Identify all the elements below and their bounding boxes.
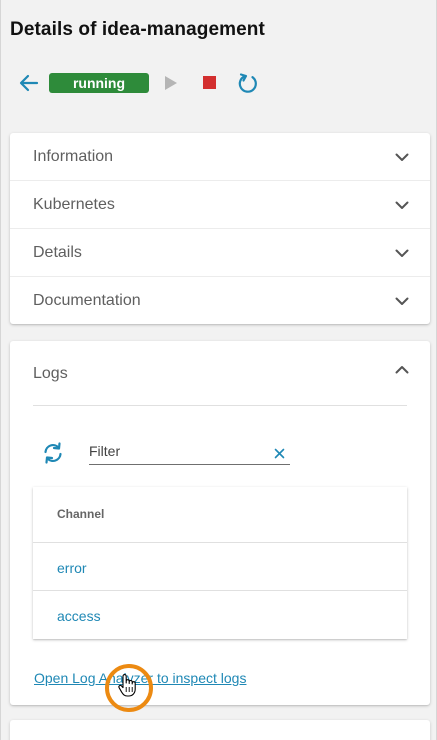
log-channels-table: Channel error access [33,487,407,639]
logs-panel: Logs Channel [10,341,430,705]
open-log-analyzer-link[interactable]: Open Log Analyzer to inspect logs [34,670,246,686]
table-row[interactable]: access [33,591,407,639]
panel-documentation[interactable]: Documentation [10,277,430,325]
panel-label: Documentation [33,292,141,309]
play-button[interactable] [163,74,179,92]
filter-field [89,440,290,465]
panel-label: Details [33,244,82,261]
chevron-down-icon [395,297,409,305]
app-frame: Details of idea-management running Infor… [0,0,437,740]
status-badge: running [49,73,149,93]
stop-button[interactable] [202,75,218,91]
close-icon [274,448,285,459]
divider [33,405,407,406]
restart-icon [238,73,257,93]
panel-label: Kubernetes [33,196,115,213]
table-row[interactable]: error [33,543,407,591]
details-accordion: Information Kubernetes Details Documenta… [10,133,430,324]
channel-link[interactable]: error [57,560,87,576]
chevron-down-icon [395,153,409,161]
refresh-logs-button[interactable] [41,441,65,465]
arrow-left-icon [19,74,39,92]
filter-input[interactable] [89,440,269,462]
chevron-down-icon [395,201,409,209]
table-header: Channel [33,487,407,543]
back-button[interactable] [18,71,40,95]
next-card [10,720,430,740]
clear-filter-button[interactable] [274,446,285,459]
restart-button[interactable] [237,72,259,94]
panel-details[interactable]: Details [10,229,430,277]
channel-link[interactable]: access [57,608,101,624]
stop-icon [203,76,216,89]
chevron-down-icon [395,249,409,257]
column-header-channel[interactable]: Channel [57,507,104,521]
panel-kubernetes[interactable]: Kubernetes [10,181,430,229]
service-toolbar: running [18,71,278,95]
logs-panel-title: Logs [33,365,68,382]
play-icon [165,76,177,90]
panel-label: Information [33,148,114,165]
panel-information[interactable]: Information [10,133,430,181]
chevron-up-icon[interactable] [395,365,409,374]
page-title: Details of idea-management [10,19,265,40]
sync-icon [44,442,62,464]
